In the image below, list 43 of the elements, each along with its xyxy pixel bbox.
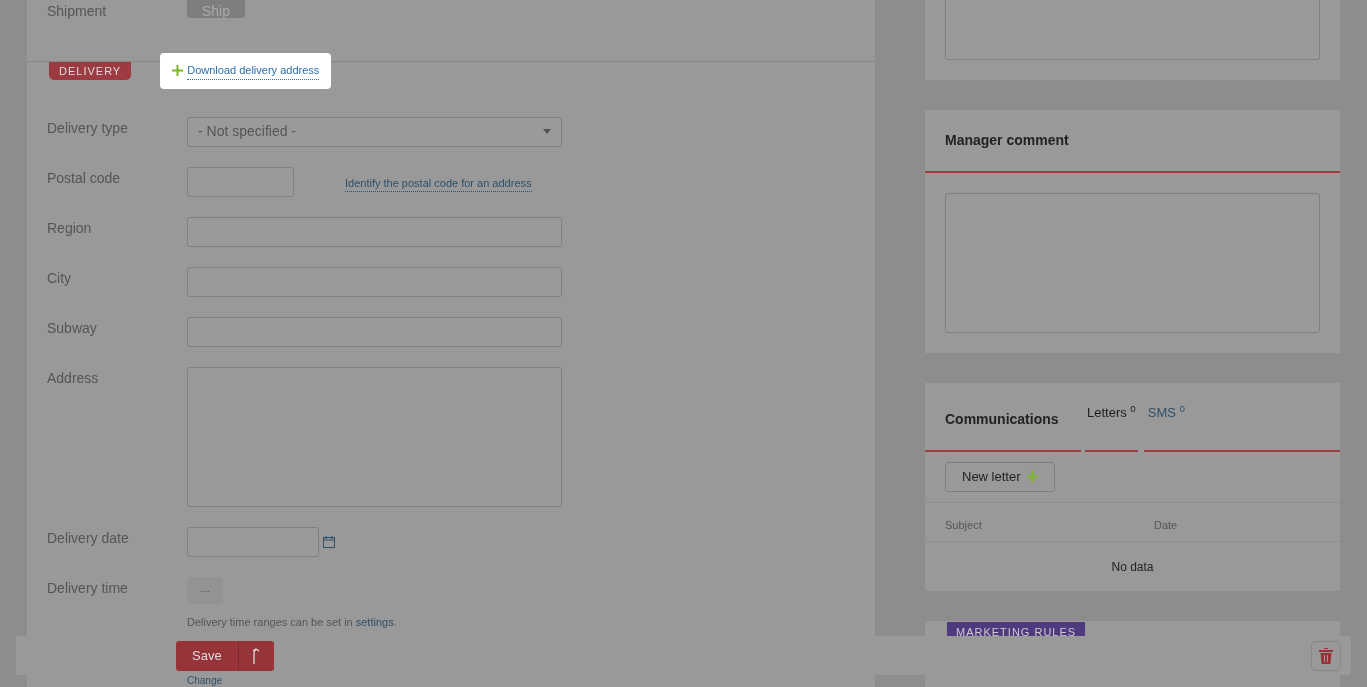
plus-icon: [1026, 471, 1038, 482]
save-button[interactable]: Save: [176, 640, 238, 671]
tab[interactable]: SMS $^{0}$: [1143, 383, 1340, 452]
section-badge: DELIVERY: [49, 62, 132, 80]
input-field[interactable]: [187, 166, 294, 197]
upload-arrow-icon: [251, 648, 262, 665]
postal-code-link[interactable]: Identify the postal code for an address: [345, 174, 532, 192]
field-label: Shipment: [47, 2, 108, 21]
time-button[interactable]: ....: [187, 576, 223, 604]
calendar-icon: [323, 535, 335, 548]
panel-title: Communications: [925, 388, 1081, 452]
empty-text: No data: [1111, 560, 1154, 574]
date-field[interactable]: [187, 526, 319, 557]
field-label: Region: [47, 218, 93, 238]
select-field[interactable]: - Not specified -: [187, 116, 562, 147]
input-field[interactable]: [187, 266, 562, 297]
delete-button[interactable]: [1311, 640, 1341, 671]
tab[interactable]: Letters $^{0}$: [1085, 383, 1138, 452]
input-field[interactable]: [187, 316, 562, 347]
field-label: Delivery time: [47, 578, 129, 598]
download-address-link[interactable]: Download delivery address: [187, 62, 320, 80]
select-value: - Not specified -: [198, 122, 297, 141]
change-link[interactable]: Change: [187, 675, 223, 686]
field-label: City: [47, 268, 73, 288]
column-header: Subject: [945, 517, 983, 533]
field-label: Subway: [47, 318, 98, 338]
panel-title: Manager comment: [925, 110, 1340, 173]
trash-icon: [1319, 647, 1333, 664]
settings-link[interactable]: settings: [355, 615, 394, 628]
input-field[interactable]: [187, 216, 562, 247]
column-header: Date: [1154, 517, 1178, 533]
new-letter-button[interactable]: New letter: [945, 461, 1055, 492]
plus-icon: [172, 65, 184, 77]
address-field[interactable]: [187, 366, 562, 507]
field-label: Postal code: [47, 168, 122, 188]
settings-hint: Delivery time ranges can be set in settings.: [187, 614, 397, 630]
caret-icon: [543, 129, 551, 134]
field-label: Address: [47, 368, 100, 388]
field-label: Delivery date: [47, 528, 130, 548]
comment-field[interactable]: [945, 0, 1320, 60]
comment-field[interactable]: [945, 193, 1320, 333]
field-label: Delivery type: [47, 118, 129, 138]
export-button[interactable]: [237, 640, 274, 671]
